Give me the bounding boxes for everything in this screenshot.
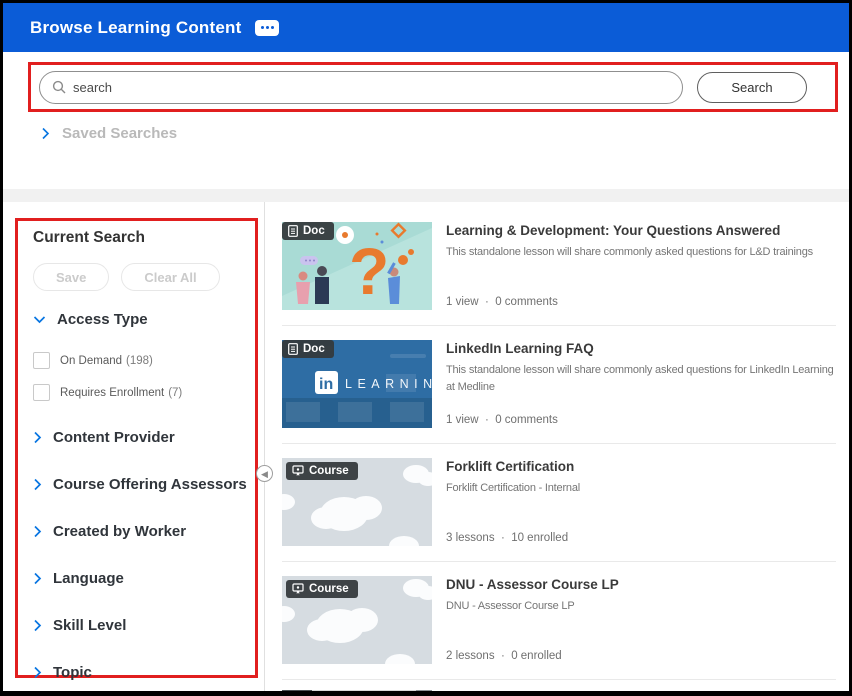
checkbox-label: Requires Enrollment xyxy=(60,387,164,399)
checkbox-label: On Demand xyxy=(60,355,122,367)
card-meta: 1 view · 0 comments xyxy=(446,296,558,308)
page-header: Browse Learning Content xyxy=(3,3,849,52)
checkbox-count: (198) xyxy=(126,355,153,367)
facet-label: Topic xyxy=(53,664,92,681)
search-input-wrapper[interactable] xyxy=(39,71,683,104)
saved-searches-toggle[interactable]: Saved Searches xyxy=(41,125,849,142)
chevron-right-icon xyxy=(33,619,42,632)
facet-content-provider[interactable]: Content Provider xyxy=(33,427,255,448)
facet-topic[interactable]: Topic xyxy=(33,662,255,683)
current-search-title: Current Search xyxy=(33,229,255,247)
content-type-badge: Course xyxy=(286,580,358,598)
content-type-badge: Doc xyxy=(282,222,334,240)
badge-label: Doc xyxy=(303,343,325,355)
badge-label: Course xyxy=(309,583,349,595)
search-icon xyxy=(52,80,66,94)
chevron-down-icon xyxy=(33,315,46,324)
content-type-badge: Course xyxy=(286,462,358,480)
checkbox-icon[interactable] xyxy=(33,352,50,369)
badge-label: Doc xyxy=(303,225,325,237)
checkbox-requires-enrollment[interactable]: Requires Enrollment (7) xyxy=(33,384,255,401)
checkbox-icon[interactable] xyxy=(33,384,50,401)
result-card-learning-development[interactable]: ? xyxy=(282,208,836,326)
search-annotation-box: Search xyxy=(28,62,838,112)
browse-learning-content-window: Browse Learning Content Search Saved Sea… xyxy=(0,0,852,696)
chevron-right-icon xyxy=(33,666,42,679)
card-title[interactable]: DNU - Assessor Course LP xyxy=(446,577,836,592)
card-title[interactable]: Learning & Development: Your Questions A… xyxy=(446,223,836,238)
card-description: This standalone lesson will share common… xyxy=(446,362,836,395)
card-meta: 2 lessons · 0 enrolled xyxy=(446,650,562,662)
result-card-dnu-assessor-course[interactable]: Course DNU - Assessor Course LP DNU - As… xyxy=(282,562,836,680)
card-thumbnail: Course xyxy=(282,576,432,664)
doc-icon xyxy=(288,343,298,355)
section-divider-band xyxy=(3,189,849,202)
course-icon xyxy=(292,583,304,595)
facet-course-offering-assessors[interactable]: Course Offering Assessors xyxy=(33,474,255,495)
card-description: This standalone lesson will share common… xyxy=(446,244,836,261)
result-card-linkedin-learning-faq[interactable]: in LEARNING Doc LinkedIn Lear xyxy=(282,326,836,444)
panel-divider xyxy=(264,202,265,691)
facet-label: Created by Worker xyxy=(53,523,186,540)
card-title[interactable]: Forklift Certification xyxy=(446,459,836,474)
card-title[interactable]: LinkedIn Learning FAQ xyxy=(446,341,836,356)
card-description: Forklift Certification - Internal xyxy=(446,480,836,497)
card-description: DNU - Assessor Course LP xyxy=(446,598,836,615)
content-area: ◀ Current Search Save Clear All Access T… xyxy=(3,202,849,691)
card-thumbnail: Course xyxy=(282,458,432,546)
facet-label: Content Provider xyxy=(53,429,175,446)
card-body: DNU - Assessor Course LP DNU - Assessor … xyxy=(446,576,836,664)
facet-label: Skill Level xyxy=(53,617,126,634)
clear-all-button[interactable]: Clear All xyxy=(121,263,219,291)
content-type-badge: Doc xyxy=(282,340,334,358)
facet-created-by-worker[interactable]: Created by Worker xyxy=(33,521,255,542)
chevron-right-icon xyxy=(33,572,42,585)
current-search-annotation-box: Current Search Save Clear All Access Typ… xyxy=(15,218,258,678)
facet-label: Language xyxy=(53,570,124,587)
page-title: Browse Learning Content xyxy=(30,18,241,38)
chevron-right-icon xyxy=(41,127,50,140)
chevron-right-icon xyxy=(33,525,42,538)
collapse-panel-icon[interactable]: ◀ xyxy=(256,465,273,482)
course-icon xyxy=(292,465,304,477)
saved-searches-label: Saved Searches xyxy=(62,125,177,142)
facet-label: Access Type xyxy=(57,311,148,328)
save-button[interactable]: Save xyxy=(33,263,109,291)
card-body: LinkedIn Learning FAQ This standalone le… xyxy=(446,340,836,428)
card-meta: 1 view · 0 comments xyxy=(446,414,558,426)
svg-text:?: ? xyxy=(349,234,389,308)
facet-skill-level[interactable]: Skill Level xyxy=(33,615,255,636)
checkbox-count: (7) xyxy=(168,387,182,399)
partial-card-thumbnail xyxy=(282,690,432,696)
card-body: Learning & Development: Your Questions A… xyxy=(446,222,836,310)
result-card-forklift-certification[interactable]: Course Forklift Certification Forklift C… xyxy=(282,444,836,562)
chevron-right-icon xyxy=(33,431,42,444)
card-body: Forklift Certification Forklift Certific… xyxy=(446,458,836,546)
learning-wordmark: LEARNING xyxy=(345,377,432,391)
checkbox-on-demand[interactable]: On Demand (198) xyxy=(33,352,255,369)
search-button[interactable]: Search xyxy=(697,72,807,103)
facet-access-type[interactable]: Access Type xyxy=(33,311,255,328)
badge-label: Course xyxy=(309,465,349,477)
results-list: ? xyxy=(264,202,849,691)
filter-sidebar: Current Search Save Clear All Access Typ… xyxy=(3,202,264,691)
partial-badge xyxy=(282,690,312,696)
doc-icon xyxy=(288,225,298,237)
card-thumbnail: in LEARNING Doc xyxy=(282,340,432,428)
related-actions-icon[interactable] xyxy=(255,20,279,36)
search-input[interactable] xyxy=(73,80,670,95)
facet-label: Course Offering Assessors xyxy=(53,476,247,493)
facet-language[interactable]: Language xyxy=(33,568,255,589)
card-meta: 3 lessons · 10 enrolled xyxy=(446,532,568,544)
chevron-right-icon xyxy=(33,478,42,491)
linkedin-logo-text: in xyxy=(319,376,333,393)
card-thumbnail: ? xyxy=(282,222,432,310)
